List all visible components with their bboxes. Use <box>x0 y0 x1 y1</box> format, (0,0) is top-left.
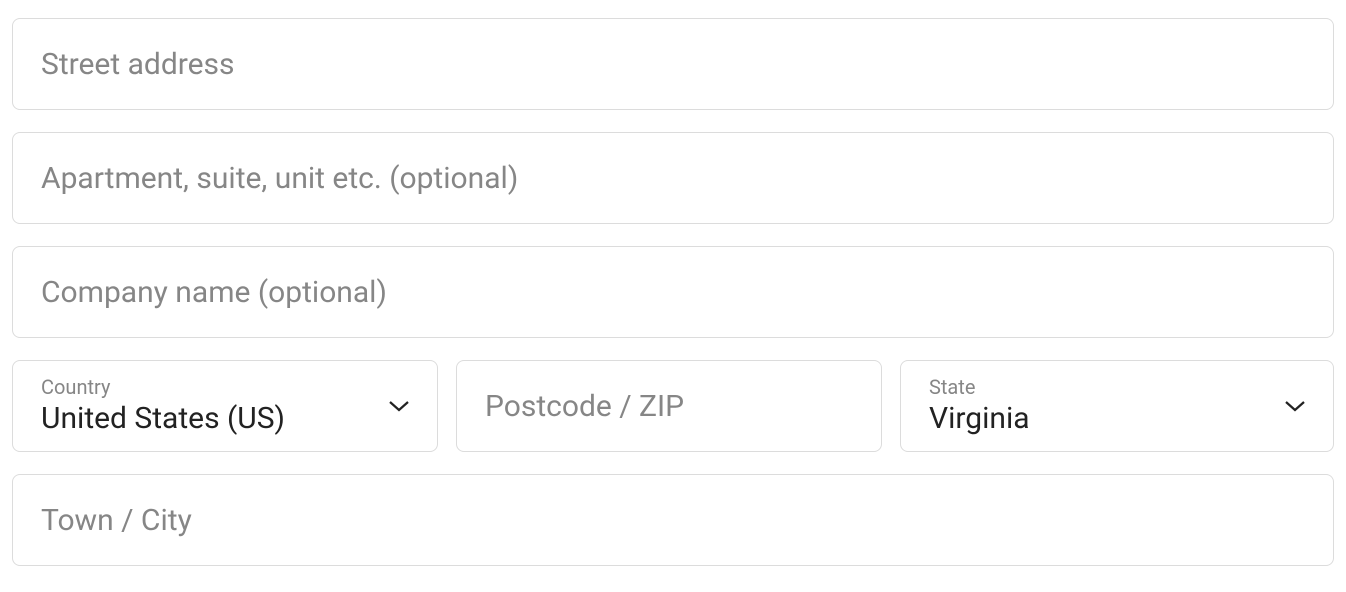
country-label: Country <box>41 375 377 399</box>
state-label: State <box>929 375 1273 399</box>
postcode-input[interactable] <box>485 389 853 424</box>
chevron-down-icon <box>1281 392 1309 420</box>
city-field <box>12 474 1334 566</box>
country-value: United States (US) <box>41 401 377 437</box>
country-postcode-state-row: Country United States (US) State Virgini… <box>12 360 1334 452</box>
chevron-down-icon <box>385 392 413 420</box>
postcode-field <box>456 360 882 452</box>
apartment-field <box>12 132 1334 224</box>
apartment-input[interactable] <box>41 161 1305 196</box>
address-form: Country United States (US) State Virgini… <box>12 18 1334 566</box>
city-input[interactable] <box>41 503 1305 538</box>
country-select[interactable]: Country United States (US) <box>12 360 438 452</box>
state-value: Virginia <box>929 401 1273 437</box>
company-name-input[interactable] <box>41 275 1305 310</box>
street-address-input[interactable] <box>41 47 1305 82</box>
state-select[interactable]: State Virginia <box>900 360 1334 452</box>
street-address-field <box>12 18 1334 110</box>
company-name-field <box>12 246 1334 338</box>
